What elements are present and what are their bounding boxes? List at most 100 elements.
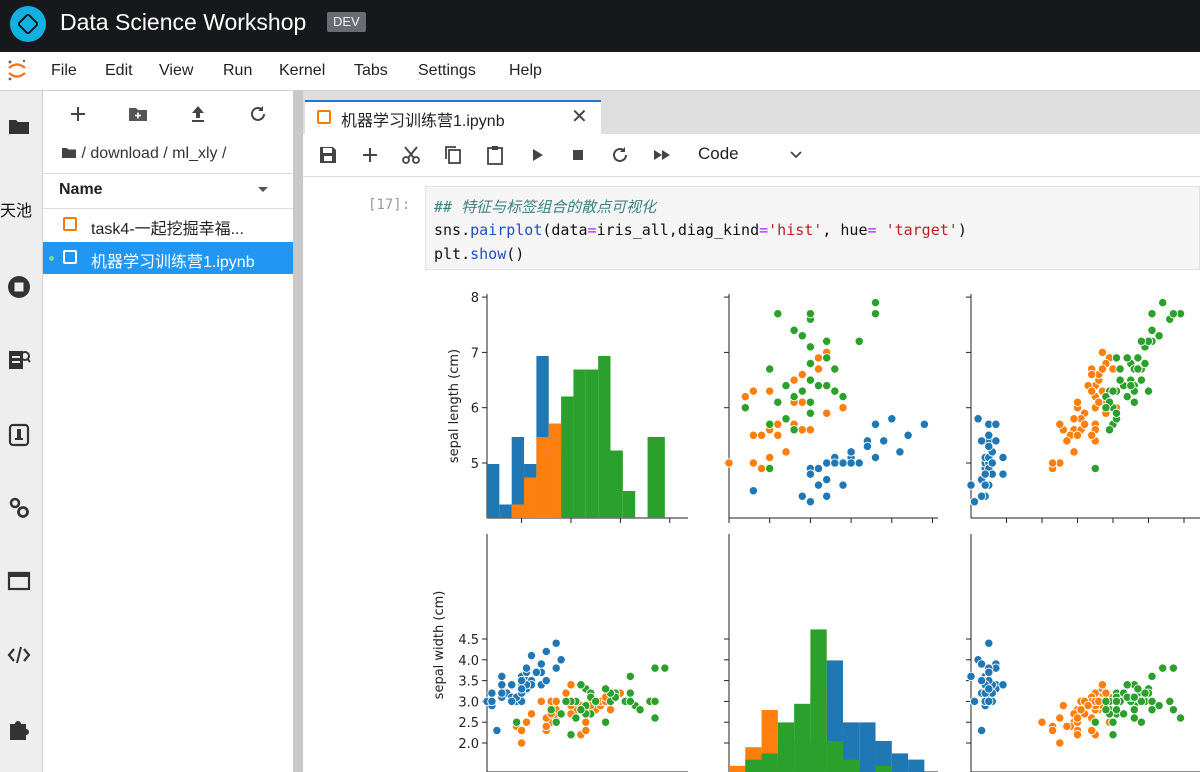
- save-icon[interactable]: [317, 144, 339, 166]
- panel-splitter[interactable]: [293, 91, 303, 772]
- copy-icon[interactable]: [442, 144, 464, 166]
- code-snippets-icon[interactable]: [6, 642, 32, 668]
- y-tick-label: 6: [471, 402, 479, 417]
- scatter-point: [1097, 347, 1108, 358]
- scatter-point: [838, 480, 848, 490]
- hist-bar: [598, 356, 611, 518]
- scatter-point: [797, 425, 807, 435]
- chevron-down-icon[interactable]: [788, 146, 804, 162]
- hist-bar: [548, 423, 562, 518]
- insert-cell-icon[interactable]: [359, 144, 381, 166]
- run-icon[interactable]: [526, 144, 548, 166]
- scatter-point: [903, 430, 913, 440]
- menu-help[interactable]: Help: [509, 62, 542, 80]
- scatter-point: [1147, 309, 1157, 319]
- scatter-point: [1072, 730, 1083, 740]
- scatter-point: [650, 663, 660, 673]
- home-folder-icon[interactable]: [61, 146, 77, 159]
- extension-puzzle-icon[interactable]: [6, 716, 32, 742]
- scatter-point: [1158, 297, 1168, 308]
- scatter-point: [976, 725, 987, 736]
- cell-type-select[interactable]: Code: [698, 144, 739, 164]
- scatter-point: [797, 331, 807, 341]
- scatter-point: [551, 638, 561, 648]
- scatter-point: [1111, 696, 1122, 707]
- new-folder-button[interactable]: [127, 103, 149, 125]
- close-icon[interactable]: ✕: [571, 104, 588, 128]
- scatter-point: [805, 469, 816, 479]
- scatter-point: [805, 408, 816, 418]
- menu-tabs[interactable]: Tabs: [354, 62, 388, 80]
- scatter-point: [846, 458, 856, 468]
- scatter-point: [984, 667, 994, 677]
- notebook-toolbar: Code: [303, 134, 1200, 177]
- extensions-settings-icon[interactable]: [6, 495, 32, 521]
- scatter-point: [822, 380, 832, 391]
- hist-bar: [622, 491, 636, 518]
- scatter-point: [797, 369, 807, 380]
- scatter-point: [526, 650, 537, 661]
- scatter-point: [1129, 397, 1139, 407]
- column-name-header[interactable]: Name: [59, 181, 103, 199]
- refresh-button[interactable]: [247, 103, 269, 125]
- scatter-point: [1101, 403, 1111, 413]
- tabs-icon[interactable]: [6, 568, 32, 594]
- scatter-point: [1097, 364, 1108, 374]
- scatter-point: [870, 452, 881, 463]
- scatter-point: [1047, 725, 1058, 736]
- scatter-point: [998, 452, 1008, 463]
- scatter-point: [822, 491, 832, 501]
- scatter-point: [846, 447, 856, 457]
- upload-button[interactable]: [187, 103, 209, 125]
- scatter-point: [650, 713, 660, 723]
- hist-bar: [875, 765, 892, 772]
- scatter-point: [1122, 353, 1132, 363]
- scatter-point: [805, 375, 816, 385]
- scatter-point: [854, 336, 864, 346]
- scatter-point: [497, 671, 507, 682]
- folder-icon[interactable]: [6, 113, 32, 139]
- scatter-point: [756, 463, 767, 474]
- scatter-point: [813, 353, 824, 363]
- scatter-point: [1111, 353, 1122, 363]
- notebook-tools-icon[interactable]: [6, 422, 32, 448]
- sort-caret-icon[interactable]: [257, 186, 269, 194]
- breadcrumb-path[interactable]: / download / ml_xly /: [81, 145, 226, 162]
- new-launcher-button[interactable]: [67, 103, 89, 125]
- scatter-point: [566, 730, 576, 740]
- menu-run[interactable]: Run: [223, 62, 252, 80]
- scatter-point: [998, 469, 1008, 479]
- file-row-task4[interactable]: task4-一起挖掘幸福...: [43, 209, 293, 241]
- scatter-point: [1136, 336, 1147, 346]
- hist-bar: [499, 504, 512, 518]
- scatter-point: [976, 436, 987, 446]
- file-row-selected[interactable]: 机器学习训练营1.ipynb: [43, 242, 293, 274]
- scatter-point: [576, 705, 586, 715]
- menu-settings[interactable]: Settings: [418, 62, 476, 80]
- scatter-point: [660, 663, 670, 673]
- code-cell-editor[interactable]: ## 特征与标签组合的散点可视化 sns.pairplot(data=iris_…: [425, 186, 1200, 270]
- code-line-show: plt.show(): [434, 245, 525, 263]
- menu-edit[interactable]: Edit: [105, 62, 133, 80]
- scatter-point: [1122, 680, 1132, 690]
- menu-kernel[interactable]: Kernel: [279, 62, 325, 80]
- tianchi-brand-label[interactable]: 天池: [0, 197, 32, 221]
- tab-notebook[interactable]: 机器学习训练营1.ipynb ✕: [305, 100, 601, 134]
- y-tick-label: 2.0: [458, 737, 479, 752]
- menu-view[interactable]: View: [159, 62, 193, 80]
- scatter-point: [998, 680, 1008, 690]
- paste-icon[interactable]: [484, 144, 506, 166]
- file-name: task4-一起挖掘幸福...: [91, 221, 244, 238]
- fast-forward-icon[interactable]: [651, 144, 673, 166]
- scatter-point: [600, 684, 611, 694]
- activity-bar: 天池: [0, 91, 43, 772]
- command-palette-icon[interactable]: [6, 347, 32, 373]
- scatter-point: [566, 680, 576, 690]
- restart-icon[interactable]: [609, 144, 631, 166]
- menu-file[interactable]: File: [51, 62, 77, 80]
- cut-icon[interactable]: [400, 144, 422, 166]
- scatter-point: [976, 491, 987, 501]
- scatter-point: [1111, 705, 1122, 715]
- running-kernels-icon[interactable]: [6, 274, 32, 300]
- stop-icon[interactable]: [567, 144, 589, 166]
